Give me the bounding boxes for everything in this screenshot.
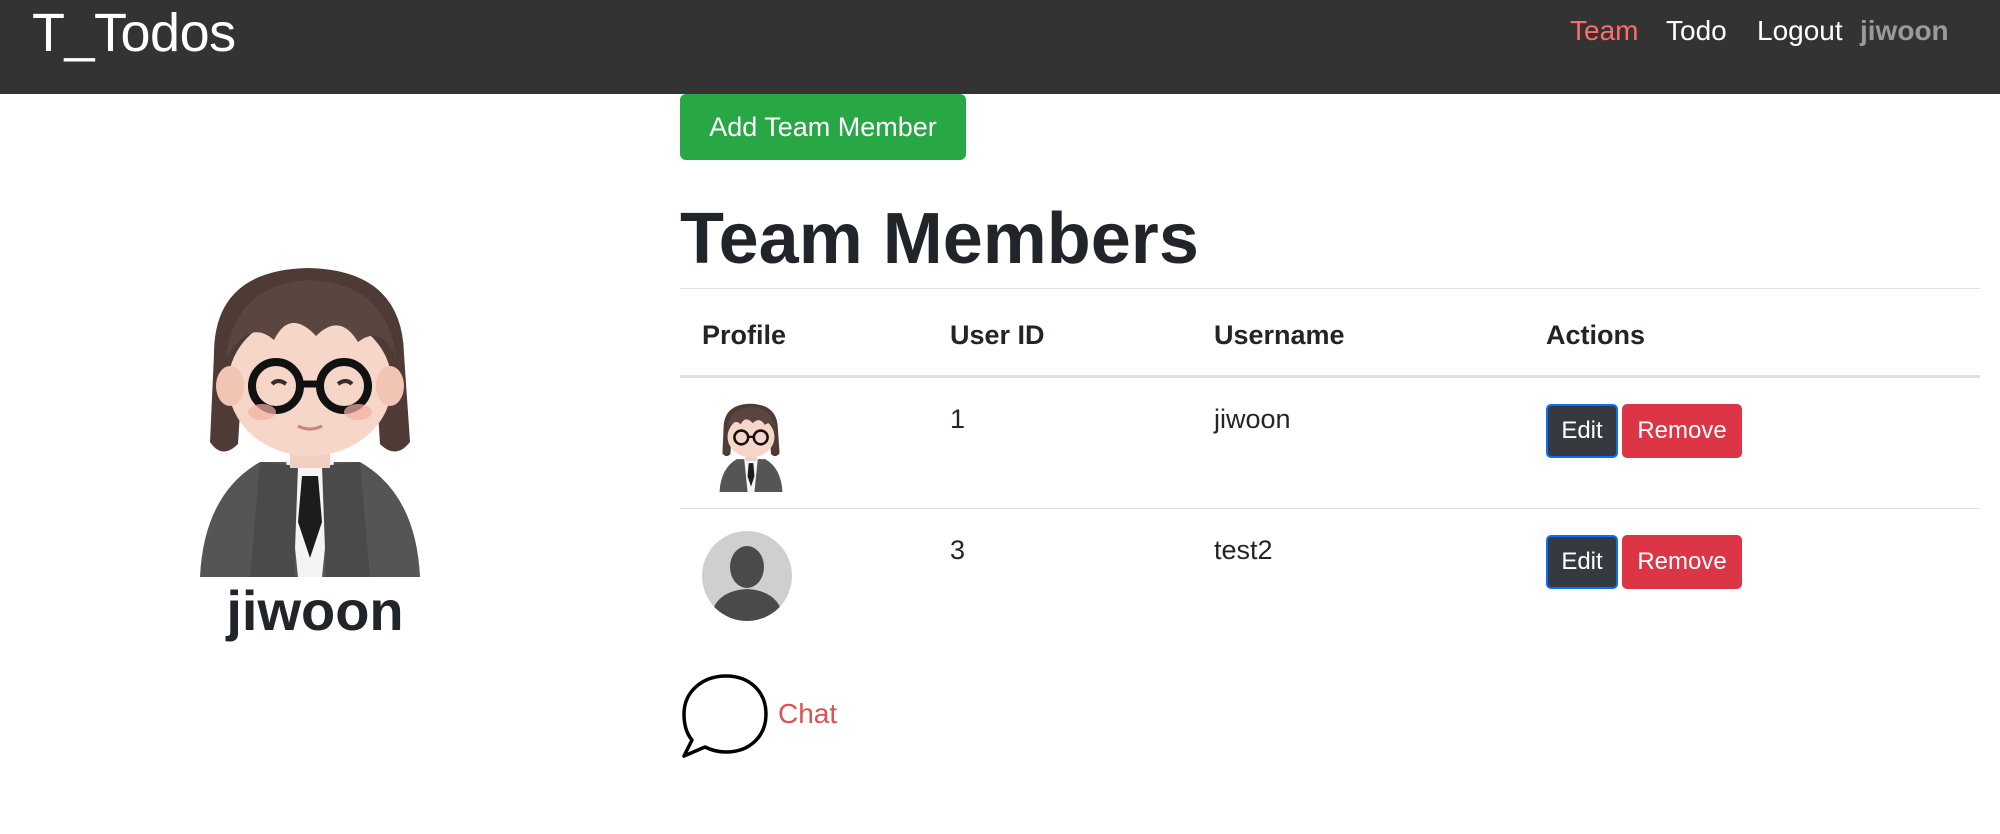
header-username: Username [1214,320,1345,350]
nav-logout-link[interactable]: Logout [1757,14,1843,48]
row-username: test2 [1214,535,1273,565]
header-user-id: User ID [950,320,1045,350]
row-actions-cell: Edit Remove [1546,509,1980,641]
table-row: 3 test2 Edit Remove [680,509,1980,641]
profile-avatar [200,268,420,577]
row-profile-cell [680,377,950,509]
row-user-id: 1 [950,404,966,434]
table-row: 1 jiwoon Edit Remove [680,377,1980,509]
edit-button[interactable]: Edit [1546,404,1618,458]
brand-logo[interactable]: T_Todos [32,2,236,64]
remove-button[interactable]: Remove [1622,535,1742,589]
team-members-table: Profile User ID Username Actions 1 jiwoo… [680,288,1980,641]
row-user-id: 3 [950,535,966,565]
nav-team-link[interactable]: Team [1570,14,1638,48]
default-person-icon [702,531,792,621]
top-navbar: T_Todos Team Todo Logout jiwoon [0,0,2000,94]
member-avatar [719,403,783,492]
header-profile: Profile [702,320,787,350]
speech-bubble-icon [682,674,768,758]
remove-button[interactable]: Remove [1622,404,1742,458]
table-header-row: Profile User ID Username Actions [680,288,1980,377]
nav-todo-link[interactable]: Todo [1666,14,1727,48]
nav-current-user: jiwoon [1860,15,1949,46]
row-profile-cell [680,509,950,641]
header-actions: Actions [1546,320,1646,350]
row-username: jiwoon [1214,404,1291,434]
chat-label[interactable]: Chat [778,698,837,730]
edit-button[interactable]: Edit [1546,535,1618,589]
profile-username: jiwoon [226,579,404,642]
add-team-member-button[interactable]: Add Team Member [680,94,966,160]
page-title: Team Members [680,199,1199,279]
row-actions-cell: Edit Remove [1546,377,1980,509]
